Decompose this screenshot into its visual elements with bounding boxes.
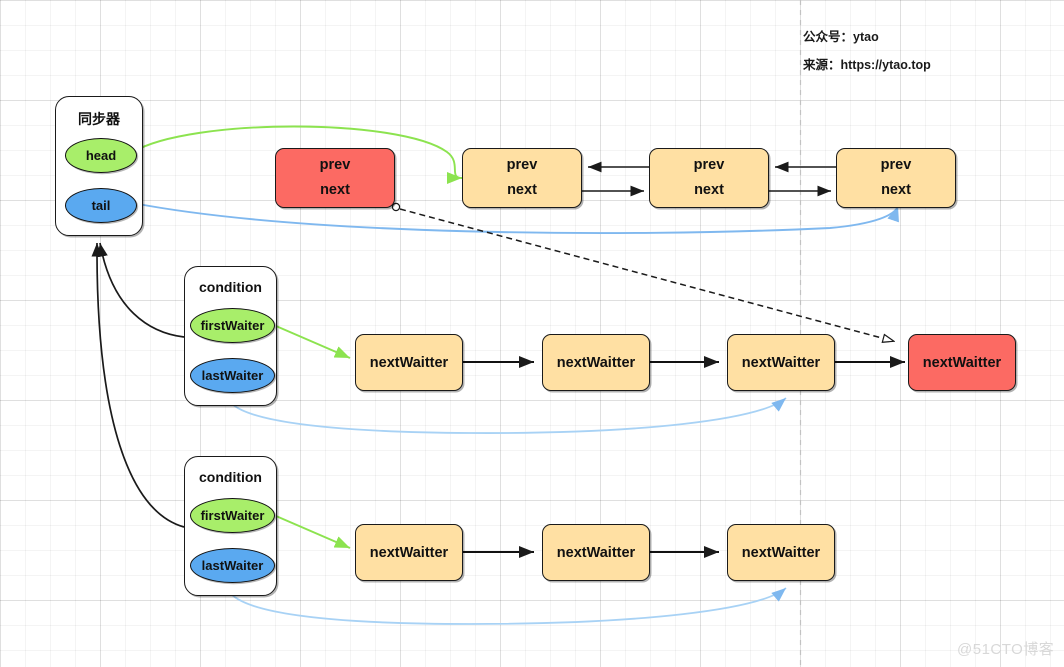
waiter-row1-node-2[interactable]: nextWaitter <box>542 334 650 391</box>
waiter-row2-node-3[interactable]: nextWaitter <box>727 524 835 581</box>
queue-node-1-next: next <box>507 182 537 198</box>
waiter-row2-node-2-label: nextWaitter <box>556 544 636 561</box>
edge-red-to-red-dashed <box>399 208 893 341</box>
waiter-row2-node-1-label: nextWaitter <box>369 544 449 561</box>
edge-lastwaiter2-to-waiter <box>226 581 787 625</box>
diagram-canvas: 公众号：ytao 来源：https://ytao.top 同步器 head ta… <box>0 0 1064 667</box>
queue-node-red-prev: prev <box>319 156 351 173</box>
edge-condition1-to-synchronizer <box>97 242 185 338</box>
synchronizer-title: 同步器 <box>78 111 120 127</box>
synchronizer-container[interactable]: 同步器 head tail <box>55 96 143 236</box>
waiter-row1-node-3-label: nextWaitter <box>741 354 821 371</box>
queue-node-1[interactable]: prev next <box>462 148 582 208</box>
waiter-row1-node-2-label: nextWaitter <box>556 354 636 371</box>
queue-node-1-prev: prev <box>506 156 538 173</box>
watermark: @51CTO博客 <box>957 641 1055 658</box>
caption-source: 来源：https://ytao.top <box>803 58 931 72</box>
queue-node-3-next: next <box>881 182 911 198</box>
queue-node-2[interactable]: prev next <box>649 148 769 208</box>
condition-2-field-firstwaiter[interactable]: firstWaiter <box>190 498 275 533</box>
queue-node-2-next: next <box>694 182 724 198</box>
queue-node-3-prev: prev <box>880 156 912 173</box>
queue-node-2-prev: prev <box>693 156 725 173</box>
waiter-row1-node-1[interactable]: nextWaitter <box>355 334 463 391</box>
waiter-row2-node-1[interactable]: nextWaitter <box>355 524 463 581</box>
waiter-row1-node-3[interactable]: nextWaitter <box>727 334 835 391</box>
condition-2-firstwaiter-label: firstWaiter <box>200 508 265 523</box>
condition-2-field-lastwaiter[interactable]: lastWaiter <box>190 548 275 583</box>
waiter-row-1-links <box>440 355 905 559</box>
waiter-row2-node-2[interactable]: nextWaitter <box>542 524 650 581</box>
waiter-row1-node-4-label: nextWaitter <box>922 354 1002 371</box>
condition-2-lastwaiter-label: lastWaiter <box>201 558 264 573</box>
dashed-edge-origin-dot <box>391 202 401 212</box>
condition-1-field-lastwaiter[interactable]: lastWaiter <box>190 358 275 393</box>
edge-condition2-to-synchronizer <box>91 242 185 528</box>
edge-lastwaiter1-to-waiter <box>226 391 787 434</box>
synchronizer-field-head-label: head <box>85 148 117 163</box>
queue-node-3[interactable]: prev next <box>836 148 956 208</box>
condition-1-firstwaiter-label: firstWaiter <box>200 318 265 333</box>
condition-container-2[interactable]: condition firstWaiter lastWaiter <box>184 456 277 596</box>
waiter-row2-node-3-label: nextWaitter <box>741 544 821 561</box>
waiter-row1-node-1-label: nextWaitter <box>369 354 449 371</box>
diagram-edges <box>91 0 899 667</box>
condition-container-1[interactable]: condition firstWaiter lastWaiter <box>184 266 277 406</box>
condition-1-lastwaiter-label: lastWaiter <box>201 368 264 383</box>
synchronizer-field-tail-label: tail <box>91 198 111 213</box>
condition-1-title: condition <box>199 279 262 295</box>
waiter-row1-node-4-red[interactable]: nextWaitter <box>908 334 1016 391</box>
caption-account: 公众号：ytao <box>803 30 879 44</box>
synchronizer-field-head[interactable]: head <box>65 138 137 173</box>
condition-2-title: condition <box>199 469 262 485</box>
condition-1-field-firstwaiter[interactable]: firstWaiter <box>190 308 275 343</box>
synchronizer-field-tail[interactable]: tail <box>65 188 137 223</box>
queue-node-red[interactable]: prev next <box>275 148 395 208</box>
queue-node-red-next: next <box>320 182 350 198</box>
edge-firstwaiter2-to-waiter <box>275 515 351 549</box>
edge-firstwaiter1-to-waiter <box>275 325 351 359</box>
